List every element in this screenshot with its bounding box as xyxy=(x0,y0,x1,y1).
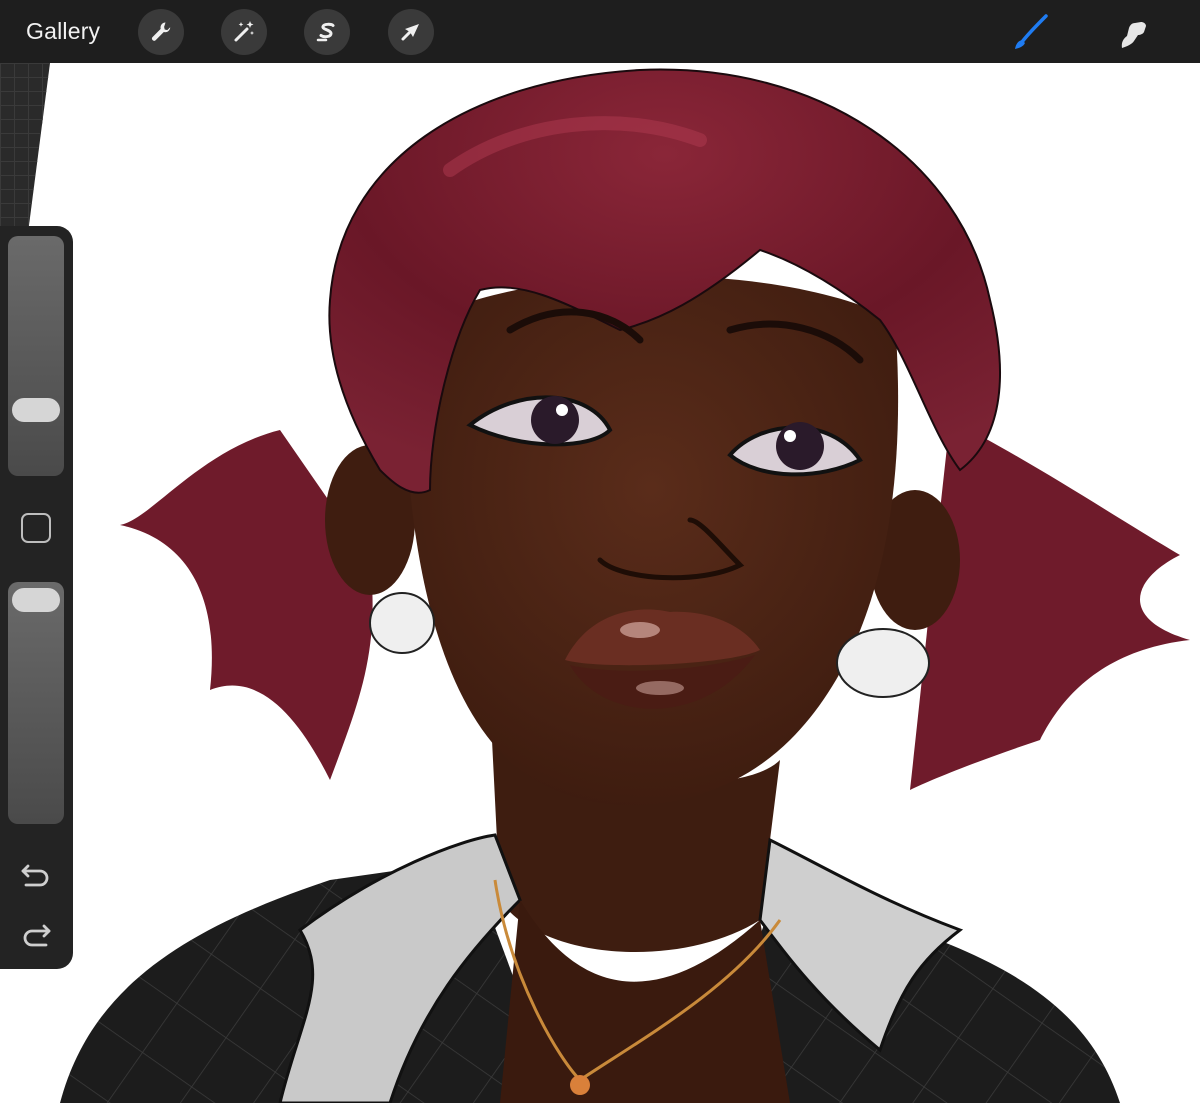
opacity-thumb[interactable] xyxy=(12,588,60,612)
drawing-canvas[interactable] xyxy=(0,63,1200,1103)
redo-icon[interactable] xyxy=(18,916,54,952)
transform-button[interactable] xyxy=(388,9,434,55)
wrench-icon xyxy=(151,22,171,41)
opacity-slider[interactable] xyxy=(8,582,64,824)
transform-arrow-icon xyxy=(401,24,419,41)
artwork-illustration xyxy=(60,68,1190,1103)
top-toolbar: Gallery xyxy=(0,0,1200,63)
adjustments-button[interactable] xyxy=(221,9,267,55)
brush-icon[interactable] xyxy=(1010,12,1050,52)
brush-size-thumb[interactable] xyxy=(12,398,60,422)
gallery-button[interactable]: Gallery xyxy=(26,18,100,45)
left-sidebar xyxy=(0,226,73,969)
modify-square-icon[interactable] xyxy=(21,513,51,543)
undo-icon[interactable] xyxy=(18,856,54,892)
brush-size-slider[interactable] xyxy=(8,236,64,476)
selection-s-icon xyxy=(316,22,335,42)
smudge-icon[interactable] xyxy=(1114,12,1154,52)
selection-button[interactable] xyxy=(304,9,350,55)
magic-wand-icon xyxy=(234,21,254,42)
actions-button[interactable] xyxy=(138,9,184,55)
